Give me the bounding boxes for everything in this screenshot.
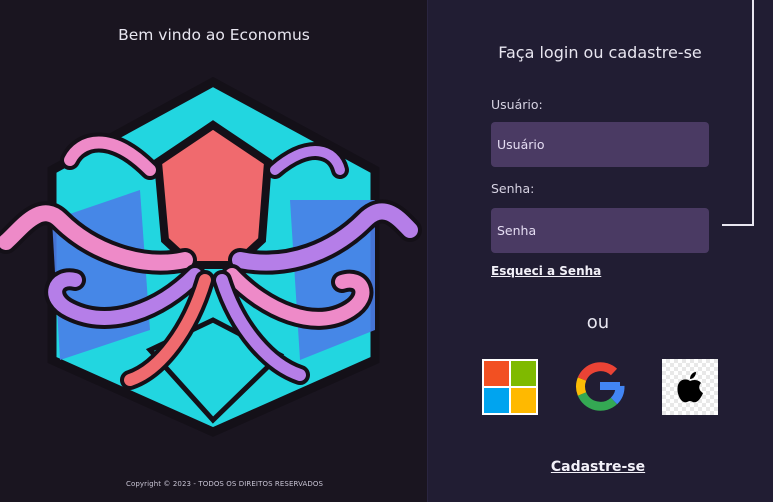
signup-link[interactable]: Cadastre-se (520, 459, 676, 475)
microsoft-icon (484, 361, 536, 413)
google-icon (576, 362, 625, 411)
economus-octopus-logo (0, 76, 422, 437)
copyright-text: Copyright © 2023 - TODOS OS DIREITOS RES… (126, 480, 324, 488)
login-title: Faça login ou cadastre-se (498, 43, 702, 62)
google-login-button[interactable] (571, 357, 629, 415)
welcome-heading: Bem vindo ao Economus (118, 26, 310, 44)
microsoft-login-button[interactable] (482, 359, 538, 415)
apple-login-button[interactable] (662, 359, 718, 415)
password-input[interactable] (491, 208, 709, 253)
apple-icon (677, 372, 703, 403)
password-label: Senha: (491, 181, 535, 196)
decorative-line-horizontal (722, 224, 754, 226)
decorative-line-vertical (752, 0, 754, 226)
forgot-password-link[interactable]: Esqueci a Senha (491, 264, 601, 278)
username-input[interactable] (491, 122, 709, 167)
or-divider: ou (586, 312, 610, 333)
username-label: Usuário: (491, 97, 543, 112)
